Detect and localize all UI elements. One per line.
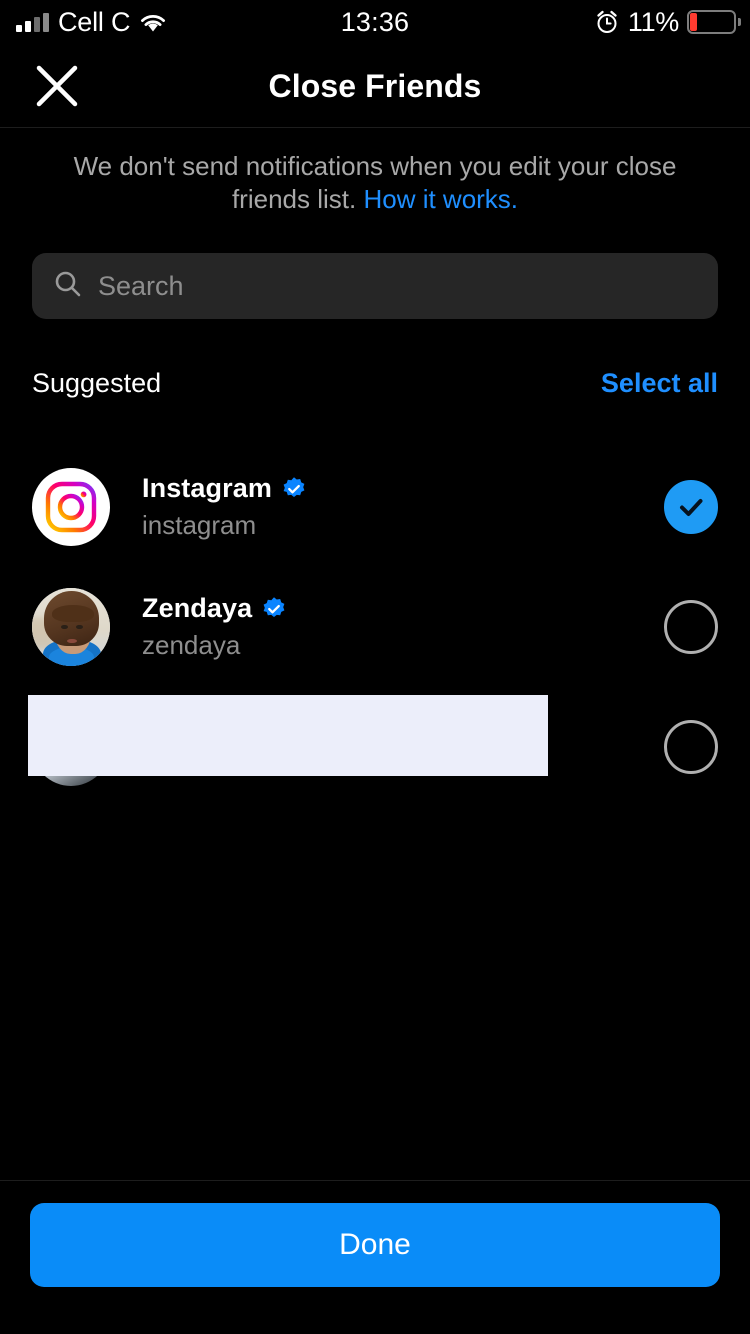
status-bar: Cell C 13:36 11% [0, 0, 750, 44]
list-item-username: zendaya [142, 630, 241, 660]
avatar [32, 468, 110, 546]
info-text: We don't send notifications when you edi… [60, 150, 690, 216]
search-input[interactable]: Search [32, 253, 718, 319]
battery-percent: 11% [627, 6, 679, 37]
footer-bar: Done [0, 1180, 750, 1334]
list-item-text: Instagram instagram [142, 473, 664, 541]
selection-checkbox[interactable] [664, 480, 718, 534]
status-bar-right: 11% [594, 6, 741, 38]
alarm-clock-icon [594, 9, 620, 35]
app-screen: Cell C 13:36 11% Close Friends We don't … [0, 0, 750, 1334]
list-item-text: Zendaya zendaya [142, 593, 664, 661]
section-header: Suggested Select all [32, 368, 718, 399]
list-item-fullname: Instagram [142, 473, 272, 503]
navigation-bar: Close Friends [0, 44, 750, 128]
selection-checkbox[interactable] [664, 720, 718, 774]
name-line: Zendaya [142, 593, 664, 624]
verified-badge-icon [281, 476, 307, 502]
list-item-username: instagram [142, 510, 257, 540]
list-item[interactable]: Zendaya zendaya [0, 567, 750, 687]
name-line: Instagram [142, 473, 664, 504]
battery-low-icon [687, 10, 741, 34]
search-icon [54, 270, 82, 303]
list-item-fullname: Zendaya [142, 593, 253, 623]
page-title: Close Friends [268, 67, 482, 104]
redaction-overlay [28, 695, 548, 776]
list-item[interactable]: Instagram instagram [0, 447, 750, 567]
select-all-button[interactable]: Select all [601, 368, 718, 399]
selection-checkbox[interactable] [664, 600, 718, 654]
search-placeholder: Search [98, 270, 184, 301]
section-title: Suggested [32, 368, 162, 398]
done-button[interactable]: Done [30, 1203, 720, 1287]
avatar [32, 588, 110, 666]
how-it-works-link[interactable]: How it works. [363, 184, 518, 214]
verified-badge-icon [261, 596, 287, 622]
